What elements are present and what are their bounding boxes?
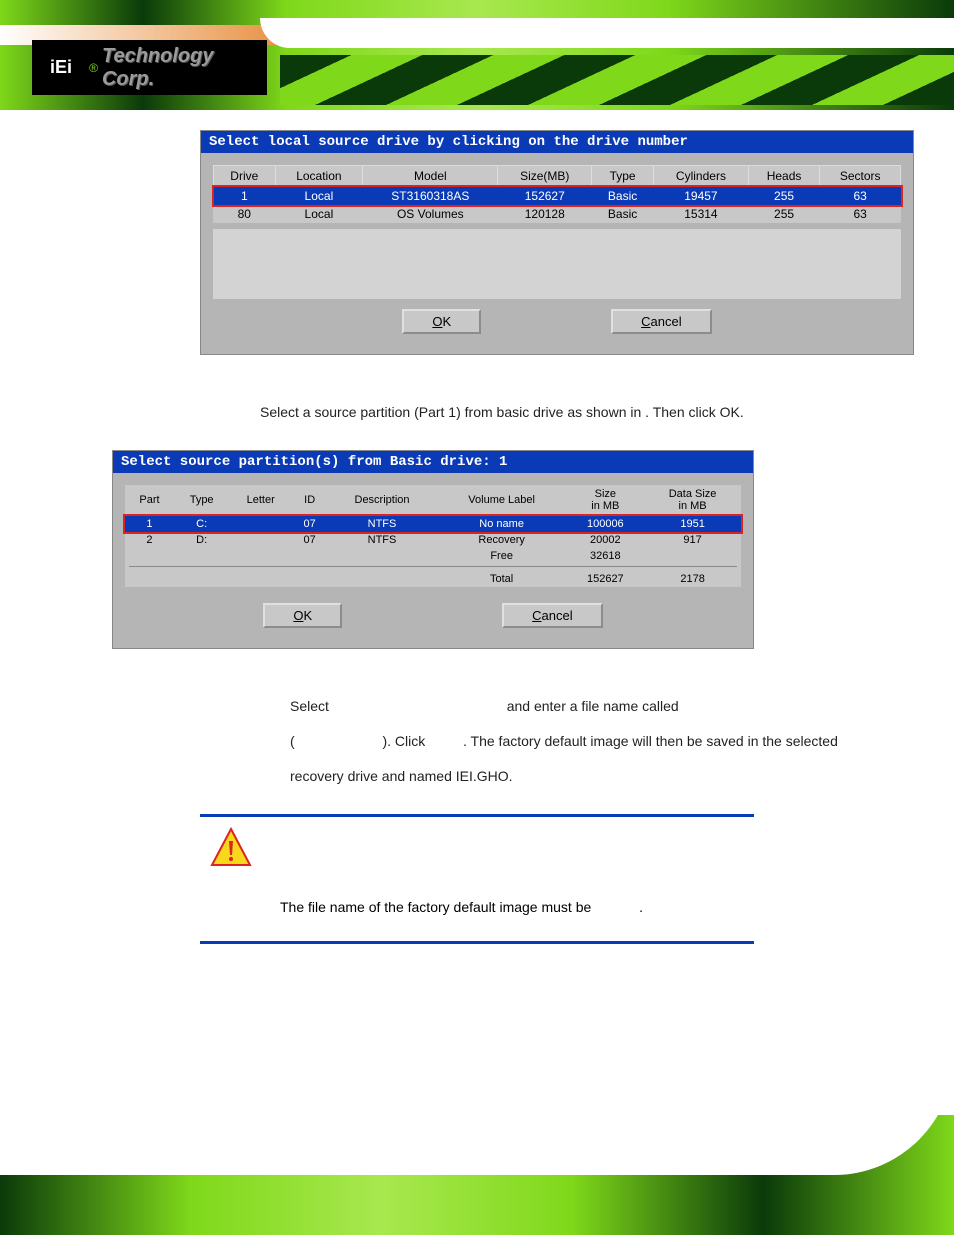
- column-header: Model: [363, 166, 498, 187]
- select-source-partition-dialog: Select source partition(s) from Basic dr…: [112, 450, 754, 649]
- header-decoration: ® Technology Corp.: [0, 0, 954, 110]
- warning-text: The file name of the factory default ima…: [200, 890, 754, 925]
- step-10-text: Select and enter a file name called ( ).…: [0, 689, 954, 794]
- partition-table: PartTypeLetterIDDescriptionVolume LabelS…: [125, 485, 741, 587]
- cancel-button[interactable]: Cancel: [502, 603, 602, 628]
- total-row: Total1526272178: [125, 569, 741, 587]
- column-header: Volume Label: [437, 485, 567, 516]
- registered-mark: ®: [89, 61, 98, 75]
- logo-text: Technology Corp.: [102, 45, 267, 91]
- column-header: Part: [125, 485, 174, 516]
- select-source-drive-dialog: Select local source drive by clicking on…: [200, 130, 914, 355]
- dialog-title: Select source partition(s) from Basic dr…: [113, 451, 753, 473]
- column-header: Sizein MB: [566, 485, 644, 516]
- warning-icon: [210, 827, 252, 869]
- column-header: Type: [174, 485, 229, 516]
- column-header: Type: [592, 166, 654, 187]
- table-row[interactable]: 1LocalST3160318AS152627Basic1945725563: [214, 187, 901, 206]
- iei-logo-icon: [48, 51, 81, 85]
- table-row[interactable]: 1C:07NTFSNo name1000061951: [125, 516, 741, 533]
- column-header: ID: [292, 485, 327, 516]
- footer-decoration: [0, 1115, 954, 1235]
- drive-table: DriveLocationModelSize(MB)TypeCylindersH…: [213, 165, 901, 223]
- column-header: Cylinders: [654, 166, 749, 187]
- column-header: Location: [275, 166, 363, 187]
- logo: ® Technology Corp.: [32, 40, 267, 95]
- ok-button[interactable]: OK: [263, 603, 342, 628]
- column-header: Description: [327, 485, 437, 516]
- table-row[interactable]: 2D:07NTFSRecovery20002917: [125, 532, 741, 548]
- step-4-text: Select a source partition (Part 1) from …: [0, 395, 954, 430]
- column-header: Letter: [229, 485, 292, 516]
- column-header: Sectors: [820, 166, 901, 187]
- column-header: Data Sizein MB: [644, 485, 741, 516]
- column-header: Heads: [748, 166, 820, 187]
- cancel-button[interactable]: Cancel: [611, 309, 711, 334]
- dialog-title: Select local source drive by clicking on…: [201, 131, 913, 153]
- column-header: Size(MB): [498, 166, 592, 187]
- warning-callout: The file name of the factory default ima…: [200, 814, 754, 944]
- column-header: Drive: [214, 166, 276, 187]
- ok-button[interactable]: OK: [402, 309, 481, 334]
- free-row: Free32618: [125, 548, 741, 564]
- table-row[interactable]: 80LocalOS Volumes120128Basic1531425563: [214, 205, 901, 223]
